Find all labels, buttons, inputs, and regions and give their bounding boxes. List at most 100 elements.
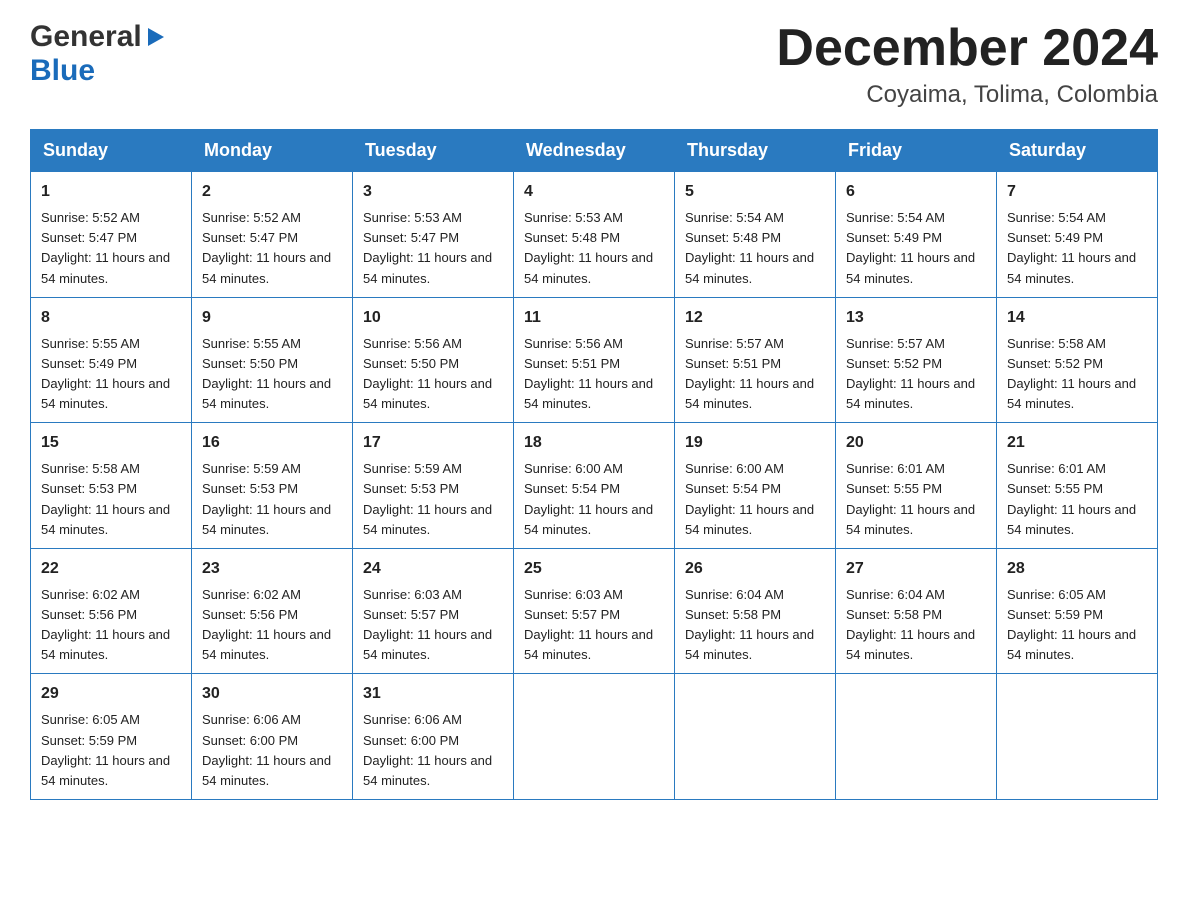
- page-header: General Blue December 2024 Coyaima, Toli…: [30, 20, 1158, 109]
- day-info: Sunrise: 5:56 AMSunset: 5:51 PMDaylight:…: [524, 334, 664, 415]
- calendar-week-row: 15 Sunrise: 5:58 AMSunset: 5:53 PMDayligh…: [31, 423, 1158, 549]
- day-info: Sunrise: 5:57 AMSunset: 5:52 PMDaylight:…: [846, 334, 986, 415]
- day-info: Sunrise: 5:54 AMSunset: 5:49 PMDaylight:…: [1007, 208, 1147, 289]
- table-row: 26Sunrise: 6:04 AMSunset: 5:58 PMDayligh…: [675, 548, 836, 674]
- day-number: 21: [1007, 431, 1147, 455]
- title-block: December 2024 Coyaima, Tolima, Colombia: [776, 20, 1158, 109]
- table-row: 4 Sunrise: 5:53 AMSunset: 5:48 PMDaylight…: [514, 172, 675, 298]
- table-row: 28 Sunrise: 6:05 AMSunset: 5:59 PMDayligh…: [997, 548, 1158, 674]
- day-number: 28: [1007, 557, 1147, 581]
- day-info: Sunrise: 6:03 AMSunset: 5:57 PMDaylight:…: [524, 585, 664, 666]
- day-number: 7: [1007, 180, 1147, 204]
- table-row: 13 Sunrise: 5:57 AMSunset: 5:52 PMDayligh…: [836, 297, 997, 423]
- table-row: 5 Sunrise: 5:54 AMSunset: 5:48 PMDaylight…: [675, 172, 836, 298]
- day-info: Sunrise: 5:52 AMSunset: 5:47 PMDaylight:…: [202, 208, 342, 289]
- logo-general-text: General: [30, 20, 142, 54]
- table-row: 31 Sunrise: 6:06 AMSunset: 6:00 PMDayligh…: [353, 674, 514, 800]
- table-row: [997, 674, 1158, 800]
- table-row: 16 Sunrise: 5:59 AMSunset: 5:53 PMDayligh…: [192, 423, 353, 549]
- table-row: [675, 674, 836, 800]
- day-number: 1: [41, 180, 181, 204]
- day-info: Sunrise: 5:55 AMSunset: 5:49 PMDaylight:…: [41, 334, 181, 415]
- col-friday: Friday: [836, 130, 997, 172]
- day-info: Sunrise: 5:59 AMSunset: 5:53 PMDaylight:…: [363, 459, 503, 540]
- day-info: Sunrise: 6:01 AMSunset: 5:55 PMDaylight:…: [846, 459, 986, 540]
- day-info: Sunrise: 6:02 AMSunset: 5:56 PMDaylight:…: [41, 585, 181, 666]
- logo: General Blue: [30, 20, 166, 88]
- day-number: 10: [363, 306, 503, 330]
- col-saturday: Saturday: [997, 130, 1158, 172]
- col-wednesday: Wednesday: [514, 130, 675, 172]
- table-row: 15 Sunrise: 5:58 AMSunset: 5:53 PMDayligh…: [31, 423, 192, 549]
- calendar-header-row: Sunday Monday Tuesday Wednesday Thursday…: [31, 130, 1158, 172]
- day-number: 12: [685, 306, 825, 330]
- day-number: 17: [363, 431, 503, 455]
- day-number: 16: [202, 431, 342, 455]
- day-number: 31: [363, 682, 503, 706]
- table-row: 10 Sunrise: 5:56 AMSunset: 5:50 PMDayligh…: [353, 297, 514, 423]
- table-row: 6 Sunrise: 5:54 AMSunset: 5:49 PMDaylight…: [836, 172, 997, 298]
- day-number: 14: [1007, 306, 1147, 330]
- table-row: 19Sunrise: 6:00 AMSunset: 5:54 PMDayligh…: [675, 423, 836, 549]
- day-info: Sunrise: 5:56 AMSunset: 5:50 PMDaylight:…: [363, 334, 503, 415]
- day-number: 26: [685, 557, 825, 581]
- day-info: Sunrise: 5:58 AMSunset: 5:53 PMDaylight:…: [41, 459, 181, 540]
- day-number: 6: [846, 180, 986, 204]
- day-info: Sunrise: 5:55 AMSunset: 5:50 PMDaylight:…: [202, 334, 342, 415]
- day-number: 5: [685, 180, 825, 204]
- day-info: Sunrise: 5:59 AMSunset: 5:53 PMDaylight:…: [202, 459, 342, 540]
- table-row: 30Sunrise: 6:06 AMSunset: 6:00 PMDayligh…: [192, 674, 353, 800]
- day-number: 2: [202, 180, 342, 204]
- table-row: 8Sunrise: 5:55 AMSunset: 5:49 PMDaylight…: [31, 297, 192, 423]
- day-number: 4: [524, 180, 664, 204]
- col-sunday: Sunday: [31, 130, 192, 172]
- day-number: 3: [363, 180, 503, 204]
- day-info: Sunrise: 5:58 AMSunset: 5:52 PMDaylight:…: [1007, 334, 1147, 415]
- day-info: Sunrise: 6:03 AMSunset: 5:57 PMDaylight:…: [363, 585, 503, 666]
- day-number: 13: [846, 306, 986, 330]
- table-row: 29 Sunrise: 6:05 AMSunset: 5:59 PMDayligh…: [31, 674, 192, 800]
- day-info: Sunrise: 6:00 AMSunset: 5:54 PMDaylight:…: [685, 459, 825, 540]
- day-info: Sunrise: 6:02 AMSunset: 5:56 PMDaylight:…: [202, 585, 342, 666]
- day-number: 23: [202, 557, 342, 581]
- day-info: Sunrise: 6:05 AMSunset: 5:59 PMDaylight:…: [1007, 585, 1147, 666]
- table-row: 20Sunrise: 6:01 AMSunset: 5:55 PMDayligh…: [836, 423, 997, 549]
- month-title: December 2024: [776, 20, 1158, 77]
- day-info: Sunrise: 5:54 AMSunset: 5:49 PMDaylight:…: [846, 208, 986, 289]
- calendar-week-row: 29 Sunrise: 6:05 AMSunset: 5:59 PMDayligh…: [31, 674, 1158, 800]
- table-row: 18 Sunrise: 6:00 AMSunset: 5:54 PMDayligh…: [514, 423, 675, 549]
- table-row: 21 Sunrise: 6:01 AMSunset: 5:55 PMDayligh…: [997, 423, 1158, 549]
- day-number: 29: [41, 682, 181, 706]
- table-row: 24 Sunrise: 6:03 AMSunset: 5:57 PMDayligh…: [353, 548, 514, 674]
- logo-arrow-icon: [144, 26, 166, 48]
- day-info: Sunrise: 6:06 AMSunset: 6:00 PMDaylight:…: [202, 710, 342, 791]
- table-row: 7 Sunrise: 5:54 AMSunset: 5:49 PMDaylight…: [997, 172, 1158, 298]
- table-row: 27Sunrise: 6:04 AMSunset: 5:58 PMDayligh…: [836, 548, 997, 674]
- day-info: Sunrise: 6:01 AMSunset: 5:55 PMDaylight:…: [1007, 459, 1147, 540]
- day-info: Sunrise: 5:54 AMSunset: 5:48 PMDaylight:…: [685, 208, 825, 289]
- day-number: 18: [524, 431, 664, 455]
- calendar-week-row: 8Sunrise: 5:55 AMSunset: 5:49 PMDaylight…: [31, 297, 1158, 423]
- col-monday: Monday: [192, 130, 353, 172]
- day-number: 15: [41, 431, 181, 455]
- day-number: 27: [846, 557, 986, 581]
- calendar-week-row: 22Sunrise: 6:02 AMSunset: 5:56 PMDayligh…: [31, 548, 1158, 674]
- location-title: Coyaima, Tolima, Colombia: [776, 81, 1158, 109]
- table-row: 2 Sunrise: 5:52 AMSunset: 5:47 PMDaylight…: [192, 172, 353, 298]
- col-tuesday: Tuesday: [353, 130, 514, 172]
- day-info: Sunrise: 5:57 AMSunset: 5:51 PMDaylight:…: [685, 334, 825, 415]
- day-number: 25: [524, 557, 664, 581]
- table-row: 14 Sunrise: 5:58 AMSunset: 5:52 PMDayligh…: [997, 297, 1158, 423]
- day-info: Sunrise: 5:52 AMSunset: 5:47 PMDaylight:…: [41, 208, 181, 289]
- table-row: 11Sunrise: 5:56 AMSunset: 5:51 PMDayligh…: [514, 297, 675, 423]
- logo-blue-text: Blue: [30, 54, 95, 87]
- day-info: Sunrise: 6:05 AMSunset: 5:59 PMDaylight:…: [41, 710, 181, 791]
- day-info: Sunrise: 6:06 AMSunset: 6:00 PMDaylight:…: [363, 710, 503, 791]
- day-info: Sunrise: 6:00 AMSunset: 5:54 PMDaylight:…: [524, 459, 664, 540]
- day-number: 9: [202, 306, 342, 330]
- table-row: 9 Sunrise: 5:55 AMSunset: 5:50 PMDaylight…: [192, 297, 353, 423]
- day-info: Sunrise: 5:53 AMSunset: 5:48 PMDaylight:…: [524, 208, 664, 289]
- table-row: [836, 674, 997, 800]
- day-number: 24: [363, 557, 503, 581]
- table-row: 25 Sunrise: 6:03 AMSunset: 5:57 PMDayligh…: [514, 548, 675, 674]
